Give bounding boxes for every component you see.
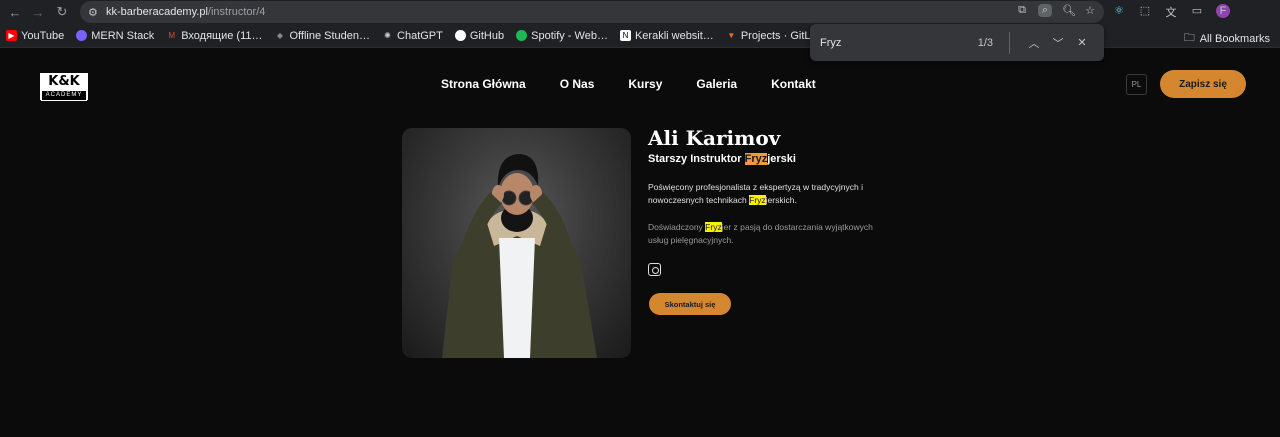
url-text: kk-barberacademy.pl/instructor/4 xyxy=(106,6,266,18)
bookmark-github[interactable]: GitHub xyxy=(454,30,504,42)
find-count: 1/3 xyxy=(977,36,993,49)
instructor-photo xyxy=(402,128,631,358)
gitlab-icon: ▼ xyxy=(727,31,736,40)
bookmark-chatgpt[interactable]: ✺ ChatGPT xyxy=(382,30,443,42)
back-icon[interactable]: ← xyxy=(5,2,25,22)
bookmark-kerakli[interactable]: N Kerakli websit… xyxy=(619,30,714,42)
react-devtools-icon[interactable]: ⚛ xyxy=(1112,4,1126,20)
site-info-icon[interactable]: ⚙ xyxy=(88,6,106,19)
all-bookmarks[interactable]: 🗀 All Bookmarks xyxy=(1184,29,1270,48)
find-input[interactable]: Fryz xyxy=(820,37,978,49)
folder-icon: 🗀 xyxy=(1183,32,1195,44)
forward-icon[interactable]: → xyxy=(28,2,48,22)
extensions-icon[interactable]: ⬚ xyxy=(1138,4,1152,20)
gmail-icon: M xyxy=(168,31,176,40)
translate-icon[interactable]: 文 xyxy=(1164,4,1178,20)
zoom-icon[interactable]: 🔍︎ xyxy=(1062,4,1076,17)
nav-home[interactable]: Strona Główna xyxy=(441,77,526,91)
bookmark-gitlab[interactable]: ▼ Projects · GitLab xyxy=(726,30,822,42)
nav-about[interactable]: O Nas xyxy=(560,77,595,91)
find-bar: Fryz 1/3 ︿ ﹀ ✕ xyxy=(810,24,1104,61)
bookmark-spotify[interactable]: Spotify - Web… xyxy=(516,30,608,42)
find-separator xyxy=(1009,31,1010,54)
spotify-icon xyxy=(516,30,528,41)
address-bar[interactable]: ⚙ kk-barberacademy.pl/instructor/4 ⧉ ⌕ 🔍… xyxy=(80,1,1104,23)
chevron-down-icon[interactable]: ﹀ xyxy=(1046,35,1070,51)
chatgpt-icon: ✺ xyxy=(384,31,391,40)
install-app-icon[interactable]: ⧉ xyxy=(1016,4,1028,17)
find-highlight-active: Fryz xyxy=(744,153,768,165)
signup-button[interactable]: Zapisz się xyxy=(1160,70,1246,98)
instructor-name: Ali Karimov xyxy=(648,126,781,150)
instructor-photo-illustration xyxy=(442,154,597,358)
site-logo[interactable]: K&K ACADEMY xyxy=(40,73,88,101)
instagram-icon[interactable] xyxy=(648,263,661,276)
chevron-up-icon[interactable]: ︿ xyxy=(1022,35,1046,51)
nav-contact[interactable]: Kontakt xyxy=(771,77,816,91)
bookmark-youtube[interactable]: ▶ YouTube xyxy=(6,30,64,42)
bookmark-gmail[interactable]: M Входящие (11… xyxy=(166,30,262,42)
mern-icon xyxy=(76,30,88,41)
kerakli-icon: N xyxy=(619,30,631,41)
reload-icon[interactable]: ↻ xyxy=(52,2,72,22)
instructor-role: Starszy Instruktor Fryzjerski xyxy=(648,153,796,165)
cast-icon[interactable]: ▭ xyxy=(1190,4,1204,20)
find-highlight: Fryz xyxy=(705,222,722,232)
contact-button[interactable]: Skontaktuj się xyxy=(649,293,731,315)
nav-gallery[interactable]: Galeria xyxy=(696,77,737,91)
bookmark-mern[interactable]: MERN Stack xyxy=(76,30,154,42)
github-icon xyxy=(454,30,466,41)
find-highlight: Fryz xyxy=(749,195,766,205)
language-switch[interactable]: PL xyxy=(1126,74,1147,95)
bookmark-star-icon[interactable]: ☆ xyxy=(1084,4,1096,17)
instructor-bio: Poświęcony profesjonalista z ekspertyzą … xyxy=(648,182,863,205)
main-nav: Strona Główna O Nas Kursy Galeria Kontak… xyxy=(441,77,816,91)
close-icon[interactable]: ✕ xyxy=(1070,36,1094,49)
find-in-page-icon[interactable]: ⌕ xyxy=(1038,4,1052,17)
profile-avatar[interactable]: F xyxy=(1216,4,1230,18)
nav-courses[interactable]: Kursy xyxy=(628,77,662,91)
instructor-experience: Doświadczony Fryzjer z pasją do dostarcz… xyxy=(648,222,873,245)
offline-student-icon: ◆ xyxy=(276,31,284,40)
browser-toolbar: ← → ↻ ⚙ kk-barberacademy.pl/instructor/4… xyxy=(0,0,1280,24)
bookmark-offline-student[interactable]: ◆ Offline Studen… xyxy=(275,30,370,42)
youtube-icon: ▶ xyxy=(6,30,17,41)
